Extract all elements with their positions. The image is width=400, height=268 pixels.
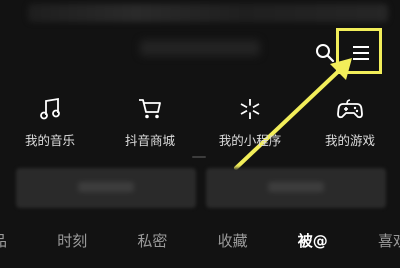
tab-moments[interactable]: 时刻 bbox=[57, 230, 87, 251]
page-indicator bbox=[192, 156, 206, 158]
shortcut-label: 我的小程序 bbox=[218, 133, 282, 148]
shortcut-label: 我的音乐 bbox=[24, 133, 75, 148]
music-note-icon bbox=[39, 96, 61, 122]
shortcut-row: 我的音乐 抖音商城 我的小程序 我的游戏 bbox=[0, 96, 400, 149]
tab-favorites[interactable]: 收藏 bbox=[218, 230, 248, 251]
blurred-card-left[interactable] bbox=[16, 168, 196, 208]
shopping-cart-icon bbox=[138, 96, 162, 122]
shortcut-my-music[interactable]: 我的音乐 bbox=[5, 96, 95, 149]
asterisk-icon bbox=[239, 96, 261, 122]
shortcut-label: 我的游戏 bbox=[324, 133, 375, 148]
blurred-card-right[interactable] bbox=[206, 168, 386, 208]
blurred-status-bar bbox=[28, 4, 388, 22]
tab-mentions[interactable]: 被@ bbox=[298, 230, 328, 251]
blurred-page-title bbox=[140, 40, 260, 56]
shortcut-my-mini-programs[interactable]: 我的小程序 bbox=[205, 96, 295, 149]
search-icon[interactable] bbox=[314, 42, 336, 64]
shortcut-my-games[interactable]: 我的游戏 bbox=[305, 96, 395, 149]
shortcut-label: 抖音商城 bbox=[124, 133, 175, 148]
tab-likes[interactable]: 喜欢 bbox=[378, 230, 400, 251]
profile-tab-bar: 品 时刻 私密 收藏 被@ 喜欢 bbox=[0, 230, 400, 251]
annotation-highlight-box bbox=[336, 28, 382, 74]
tab-works-partial[interactable]: 品 bbox=[0, 230, 7, 251]
shortcut-douyin-mall[interactable]: 抖音商城 bbox=[105, 96, 195, 149]
gamepad-icon bbox=[337, 96, 363, 122]
tab-private[interactable]: 私密 bbox=[137, 230, 167, 251]
